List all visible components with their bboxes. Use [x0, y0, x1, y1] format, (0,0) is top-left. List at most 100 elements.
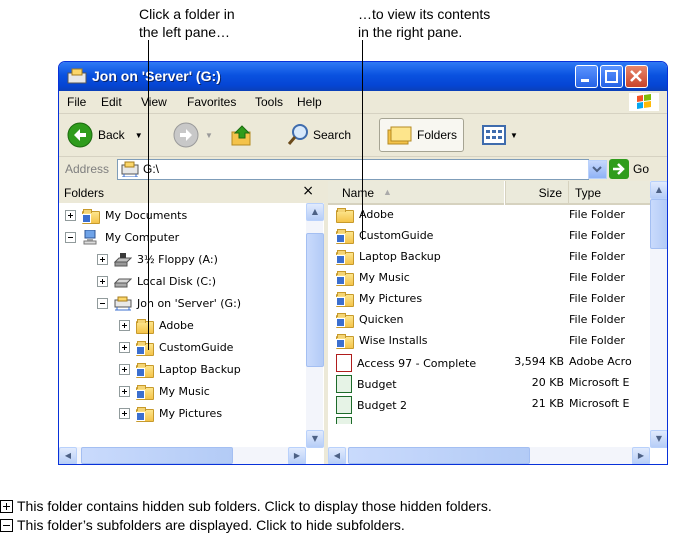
- legend-minus: This folder’s subfolders are displayed. …: [0, 517, 405, 533]
- folders-horizontal-scrollbar[interactable]: ◀ ▶: [59, 447, 306, 464]
- scroll-thumb[interactable]: [650, 199, 667, 249]
- file-name: Access 97 - Complete: [357, 356, 477, 370]
- list-item[interactable]: My Pictures File Folder: [328, 288, 648, 309]
- column-size-label: Size: [538, 186, 562, 200]
- network-drive-icon: [114, 296, 132, 310]
- menu-favorites[interactable]: Favorites: [187, 95, 236, 109]
- tree-item-floppy[interactable]: 3½ Floppy (A:): [97, 248, 218, 270]
- scroll-right-icon[interactable]: ▶: [288, 447, 306, 464]
- menu-help[interactable]: Help: [297, 95, 322, 109]
- list-item[interactable]: Laptop Backup File Folder: [328, 246, 648, 267]
- tree-item-customguide[interactable]: CustomGuide: [119, 336, 233, 358]
- list-item[interactable]: My Music File Folder: [328, 267, 648, 288]
- shared-folder-icon: [136, 362, 154, 378]
- tree-item-label: My Documents: [105, 208, 188, 222]
- maximize-icon: [605, 70, 618, 83]
- back-button[interactable]: Back ▼: [67, 120, 143, 150]
- file-type: File Folder: [569, 229, 625, 242]
- list-item[interactable]: Budget 20 KB Microsoft E: [328, 372, 648, 393]
- scroll-down-icon[interactable]: ▼: [650, 430, 667, 448]
- expand-plus-icon[interactable]: [119, 319, 130, 331]
- file-type: File Folder: [569, 313, 625, 326]
- expand-plus-icon[interactable]: [97, 275, 108, 287]
- tree-item-label: Adobe: [159, 318, 194, 332]
- list-item[interactable]: Quicken File Folder: [328, 309, 648, 330]
- callout-right: …to view its contents in the right pane.: [358, 5, 490, 41]
- collapse-minus-icon[interactable]: [97, 297, 108, 309]
- toolbar: Back ▼ ▼ Search Folders ▼: [59, 114, 667, 157]
- forward-dropdown-icon[interactable]: ▼: [205, 131, 213, 140]
- tree-item-my-documents[interactable]: My Documents: [65, 204, 187, 226]
- column-header-size[interactable]: Size: [505, 181, 568, 205]
- scroll-thumb[interactable]: [306, 233, 324, 367]
- tree-item-adobe[interactable]: Adobe: [119, 314, 194, 336]
- maximize-button[interactable]: [600, 65, 623, 88]
- menu-file[interactable]: File: [67, 95, 86, 109]
- tree-item-my-pictures[interactable]: My Pictures: [119, 402, 222, 424]
- scroll-up-icon[interactable]: ▲: [650, 181, 667, 199]
- list-item-partial[interactable]: [328, 414, 648, 424]
- expand-plus-icon[interactable]: [119, 341, 130, 353]
- expand-plus-icon[interactable]: [97, 253, 108, 265]
- menu-edit[interactable]: Edit: [101, 95, 122, 109]
- scroll-up-icon[interactable]: ▲: [306, 203, 324, 221]
- expand-plus-icon[interactable]: [65, 209, 76, 221]
- tree-item-server-drive[interactable]: Jon on 'Server' (G:): [97, 292, 241, 314]
- tree-item-local-disk[interactable]: Local Disk (C:): [97, 270, 216, 292]
- tree-item-my-computer[interactable]: My Computer: [65, 226, 179, 248]
- views-dropdown-icon[interactable]: ▼: [510, 131, 518, 140]
- back-dropdown-icon[interactable]: ▼: [135, 131, 143, 140]
- menu-tools[interactable]: Tools: [255, 95, 283, 109]
- scroll-left-icon[interactable]: ◀: [59, 447, 77, 464]
- callout-right-pointer: [362, 40, 363, 240]
- address-input[interactable]: G:\: [117, 159, 589, 180]
- scroll-right-icon[interactable]: ▶: [632, 447, 650, 464]
- file-name: My Music: [359, 271, 410, 284]
- list-item[interactable]: Budget 2 21 KB Microsoft E: [328, 393, 648, 414]
- title-bar[interactable]: Jon on 'Server' (G:): [59, 62, 667, 91]
- collapse-minus-icon[interactable]: [65, 231, 76, 243]
- column-header-name[interactable]: Name ▲: [328, 181, 504, 205]
- folders-vertical-scrollbar[interactable]: ▲ ▼: [306, 203, 324, 448]
- views-button[interactable]: ▼: [481, 120, 518, 150]
- tree-item-my-music[interactable]: My Music: [119, 380, 210, 402]
- menu-view[interactable]: View: [141, 95, 167, 109]
- column-header-type[interactable]: Type: [568, 181, 651, 205]
- search-button[interactable]: Search: [285, 120, 351, 150]
- address-dropdown-button[interactable]: [588, 160, 607, 179]
- expand-plus-icon[interactable]: [119, 385, 130, 397]
- search-label: Search: [313, 128, 352, 142]
- up-folder-button[interactable]: [229, 120, 255, 150]
- list-item[interactable]: Adobe File Folder: [328, 204, 648, 225]
- scroll-thumb[interactable]: [81, 447, 233, 464]
- expand-plus-icon[interactable]: [119, 407, 130, 419]
- scroll-left-icon[interactable]: ◀: [328, 447, 346, 464]
- forward-arrow-icon: [173, 122, 199, 148]
- my-computer-icon: [83, 229, 97, 244]
- scroll-thumb[interactable]: [348, 447, 530, 464]
- close-button[interactable]: [625, 65, 648, 88]
- forward-button[interactable]: ▼: [173, 120, 213, 150]
- contents-horizontal-scrollbar[interactable]: ◀ ▶: [328, 447, 650, 464]
- address-label: Address: [65, 162, 110, 176]
- go-button[interactable]: Go: [609, 159, 649, 179]
- callout-left-line2: the left pane…: [139, 24, 231, 40]
- music-folder-icon: [336, 270, 354, 286]
- contents-pane: Name ▲ Size Type Adobe File Folder Custo…: [328, 181, 667, 464]
- back-label: Back: [98, 128, 125, 142]
- expand-plus-icon[interactable]: [119, 363, 130, 375]
- folders-button[interactable]: Folders: [379, 118, 465, 152]
- callout-right-line1: …to view its contents: [358, 6, 491, 22]
- callout-right-line2: in the right pane.: [358, 24, 463, 40]
- list-item[interactable]: Wise Installs File Folder: [328, 330, 648, 351]
- file-type: File Folder: [569, 292, 625, 305]
- tree-item-laptop-backup[interactable]: Laptop Backup: [119, 358, 241, 380]
- minimize-button[interactable]: [575, 65, 598, 88]
- scroll-down-icon[interactable]: ▼: [306, 430, 324, 448]
- contents-vertical-scrollbar[interactable]: ▲ ▼: [650, 181, 667, 448]
- list-item[interactable]: Access 97 - Complete 3,594 KB Adobe Acro: [328, 351, 648, 372]
- list-item[interactable]: CustomGuide File Folder: [328, 225, 648, 246]
- close-folders-pane-icon[interactable]: ×: [302, 183, 314, 199]
- file-name: Quicken: [359, 313, 404, 326]
- folder-icon: [336, 207, 354, 223]
